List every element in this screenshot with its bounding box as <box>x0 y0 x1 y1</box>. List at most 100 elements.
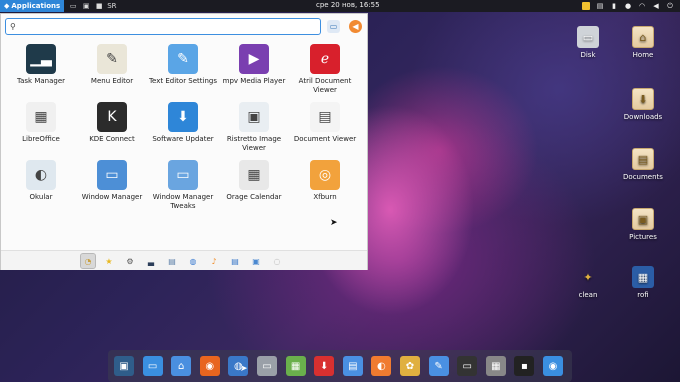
calculator-icon: ▦ <box>491 360 501 372</box>
app-label: Okular <box>29 193 53 201</box>
app-label: Menu Editor <box>90 77 134 85</box>
volume-icon[interactable]: ◀ <box>652 2 660 10</box>
dock-item-drive[interactable]: ▭ <box>257 356 277 376</box>
window-icon[interactable]: ▣ <box>82 2 90 10</box>
desktop-icon: ▭ <box>147 360 158 372</box>
category-other-icon[interactable]: ◌ <box>270 254 284 268</box>
dock-item-toggle[interactable]: ◉ <box>543 356 563 376</box>
app-launcher-okular[interactable]: ◐ Okular <box>5 160 77 202</box>
category-settings-icon[interactable]: ⚙ <box>123 254 137 268</box>
app-label: LibreOffice <box>22 135 60 143</box>
app-launcher-xfburn[interactable]: ◎ Xfburn <box>289 160 361 202</box>
app-launcher-ristretto[interactable]: ▣ Ristretto Image Viewer <box>218 102 290 153</box>
dock-item-text-editor[interactable]: ✎ <box>428 356 449 376</box>
category-graphics-icon[interactable]: ▣ <box>249 254 263 268</box>
keyboard-layout-indicator[interactable]: SR <box>107 2 116 10</box>
application-menu: ⚲ ▭ ◀ ▁▃ Task Manager ✎ Menu Editor ✎ Text Ed… <box>0 13 368 270</box>
file-manager-icon: ⌂ <box>178 360 185 372</box>
dock-item-text-document[interactable]: ▤ <box>342 356 363 376</box>
dock-item-screen-capture[interactable]: ▭ <box>457 356 478 376</box>
show-desktop-icon[interactable]: ▭ <box>69 2 77 10</box>
category-star-icon[interactable]: ★ <box>102 254 116 268</box>
desktop-icon-clean[interactable]: ✦ clean <box>563 266 613 300</box>
category-system-icon[interactable]: ▃ <box>144 254 158 268</box>
dock-item-calculator[interactable]: ▦ <box>485 356 506 376</box>
dock-item-presentation[interactable]: ◐ <box>371 356 392 376</box>
search-field[interactable]: ⚲ <box>5 18 321 35</box>
app-launcher-atril[interactable]: ℯ Atril Document Viewer <box>289 44 361 95</box>
dock-item-file-manager[interactable]: ⌂ <box>171 356 192 376</box>
category-accessories-icon[interactable]: ▤ <box>165 254 179 268</box>
category-multimedia-icon[interactable]: ♪ <box>207 254 221 268</box>
app-launcher-document-viewer[interactable]: ▤ Document Viewer <box>289 102 361 144</box>
dock-item-installer[interactable]: ⬇ <box>314 356 335 376</box>
app-launcher-text-editor[interactable]: ✎ Text Editor Settings <box>147 44 219 86</box>
logout-icon: ◀ <box>352 22 359 31</box>
category-favorites-icon[interactable]: ◔ <box>80 253 96 269</box>
flag-icon[interactable]: ■ <box>95 2 103 10</box>
clipboard-icon[interactable]: ▤ <box>596 2 604 10</box>
screen-capture-icon: ▭ <box>462 360 472 372</box>
app-label: Atril Document Viewer <box>298 77 352 94</box>
app-launcher-libreoffice[interactable]: ▦ LibreOffice <box>5 102 77 144</box>
system-tray: ▤ ▮ ● ◠ ◀ ⏻ <box>582 0 674 12</box>
app-launcher-kde-connect[interactable]: K KDE Connect <box>76 102 148 144</box>
orage-calendar-icon: ▦ <box>239 160 269 190</box>
downloads-folder-icon: ⬇ <box>632 88 654 110</box>
libreoffice-icon: ▦ <box>26 102 56 132</box>
other-icon: ◌ <box>273 256 281 266</box>
app-label: Software Updater <box>152 135 214 143</box>
desktop-icon-label: Downloads <box>623 113 663 121</box>
system-icon: ▃ <box>147 256 155 266</box>
app-label: Text Editor Settings <box>148 77 218 85</box>
clock[interactable]: сре 20 нов, 16:55 <box>316 1 380 9</box>
pictures-folder-icon: ▣ <box>632 208 654 230</box>
dock-item-firefox[interactable]: ◉ <box>199 356 220 376</box>
applications-menu-button[interactable]: ◆ Applications <box>0 0 65 12</box>
app-launcher-window-manager-tweaks[interactable]: ▭ Window Manager Tweaks <box>147 160 219 211</box>
dock-item-desktop[interactable]: ▭ <box>142 356 163 376</box>
desktop-icon-label: rofi <box>637 291 649 299</box>
app-launcher-window-manager[interactable]: ▭ Window Manager <box>76 160 148 202</box>
notes-icon[interactable] <box>582 2 590 10</box>
desktop-icon-documents[interactable]: ▤ Documents <box>618 148 668 181</box>
settings-icon: ▭ <box>329 22 338 31</box>
toggle-icon: ◉ <box>548 360 558 372</box>
app-launcher-orage-calendar[interactable]: ▦ Orage Calendar <box>218 160 290 202</box>
battery-icon[interactable]: ▮ <box>610 2 618 10</box>
search-input[interactable] <box>18 22 299 31</box>
desktop-icon-pictures[interactable]: ▣ Pictures <box>618 208 668 241</box>
accessories-icon: ▤ <box>168 256 176 266</box>
app-label: Orage Calendar <box>226 193 282 201</box>
firefox-icon: ◉ <box>205 360 215 372</box>
desktop-icon-downloads[interactable]: ⬇ Downloads <box>618 88 668 121</box>
power-icon[interactable]: ⏻ <box>666 2 674 10</box>
dock-item-screenshot[interactable]: ▣ <box>114 356 134 376</box>
desktop-icon-disk[interactable]: ▭ Disk <box>563 26 613 59</box>
desktop-icon-rofi[interactable]: ▦ rofi <box>618 266 668 299</box>
dock: ▣ ▭ ⌂ ◉ ◍ ▭ ▦ ⬇ ▤ ◐ ✿ ✎ ▭ ▦ ▪ ◉ <box>108 350 572 382</box>
top-panel: ◆ Applications ▭ ▣ ■ SR сре 20 нов, 16:5… <box>0 0 680 12</box>
category-office-icon[interactable]: ▤ <box>228 254 242 268</box>
logout-button[interactable]: ◀ <box>349 20 362 33</box>
category-bar: ◔ ★ ⚙ ▃ ▤ ◍ ♪ ▤ ▣ ◌ <box>1 250 367 270</box>
ristretto-icon: ▣ <box>239 102 269 132</box>
app-launcher-mpv[interactable]: ▶ mpv Media Player <box>218 44 290 86</box>
notifications-icon[interactable]: ● <box>624 2 632 10</box>
dock-item-terminal[interactable]: ▪ <box>514 356 535 376</box>
desktop-icon-home[interactable]: ⌂ Home <box>618 26 668 59</box>
app-launcher-software-updater[interactable]: ⬇ Software Updater <box>147 102 219 144</box>
app-label: Window Manager <box>81 193 143 201</box>
wifi-icon[interactable]: ◠ <box>638 2 646 10</box>
menu-settings-button[interactable]: ▭ <box>327 20 340 33</box>
app-label: Window Manager Tweaks <box>152 193 214 210</box>
app-launcher-menu-editor[interactable]: ✎ Menu Editor <box>76 44 148 86</box>
app-launcher-task-manager[interactable]: ▁▃ Task Manager <box>5 44 77 86</box>
dock-item-spreadsheet[interactable]: ▦ <box>285 356 306 376</box>
installer-icon: ⬇ <box>319 360 329 372</box>
text-document-icon: ▤ <box>348 360 358 372</box>
category-internet-icon[interactable]: ◍ <box>186 254 200 268</box>
dock-item-photo-editor[interactable]: ✿ <box>400 356 420 376</box>
rofi-icon: ▦ <box>632 266 654 288</box>
task-manager-icon: ▁▃ <box>26 44 56 74</box>
